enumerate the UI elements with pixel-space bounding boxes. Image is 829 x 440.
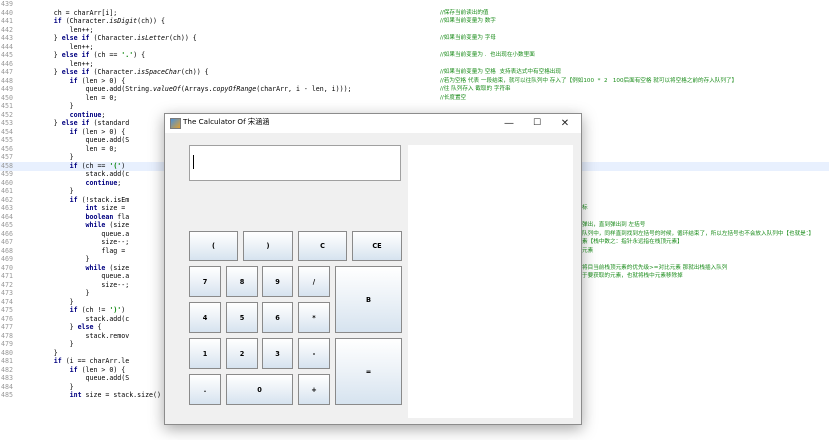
digit-2-button[interactable]: 2 [226,338,258,369]
clear-entry-button[interactable]: CE [352,231,402,261]
code-text: int size = stack.size() - 1; [69,391,181,399]
left-paren-button[interactable]: ( [189,231,238,261]
multiply-button[interactable]: * [298,302,330,333]
equals-button[interactable]: = [335,338,402,405]
window-title: The Calculator Of 宋涵涵 [183,117,270,126]
digit-5-button[interactable]: 5 [226,302,258,333]
code-comment-tail: 元素 [582,247,829,256]
digit-7-button[interactable]: 7 [189,266,221,297]
java-app-icon [170,118,181,129]
title-bar[interactable]: The Calculator Of 宋涵涵 — ☐ ✕ [165,114,581,133]
minus-button[interactable]: - [298,338,330,369]
calculator-window[interactable]: The Calculator Of 宋涵涵 — ☐ ✕ ( ) C CE 7 8… [164,113,582,425]
expression-input[interactable] [189,145,401,181]
digit-0-button[interactable]: 0 [226,374,293,405]
backspace-button[interactable]: B [335,266,402,333]
close-button[interactable]: ✕ [551,114,579,133]
minimize-button[interactable]: — [495,114,523,133]
line-number: 485 [1,391,13,399]
digit-8-button[interactable]: 8 [226,266,258,297]
digit-1-button[interactable]: 1 [189,338,221,369]
clear-button[interactable]: C [298,231,347,261]
text-caret [193,155,194,169]
digit-9-button[interactable]: 9 [262,266,293,297]
divide-button[interactable]: / [298,266,330,297]
code-comment-tail: 于要获取的元素，也就将栈中元素移除掉 [582,272,829,281]
digit-4-button[interactable]: 4 [189,302,221,333]
digit-6-button[interactable]: 6 [262,302,293,333]
code-comment-text: 元素 [582,247,594,254]
maximize-button[interactable]: ☐ [523,114,551,133]
code-comment-text: 于要获取的元素，也就将栈中元素移除掉 [582,273,683,279]
code-comment-text: 标 [582,205,588,211]
plus-button[interactable]: + [298,374,330,405]
digit-3-button[interactable]: 3 [262,338,293,369]
right-paren-button[interactable]: ) [243,231,293,261]
result-panel [408,145,573,418]
code-comment-tail: 标 [582,204,829,213]
decimal-point-button[interactable]: . [189,374,221,405]
